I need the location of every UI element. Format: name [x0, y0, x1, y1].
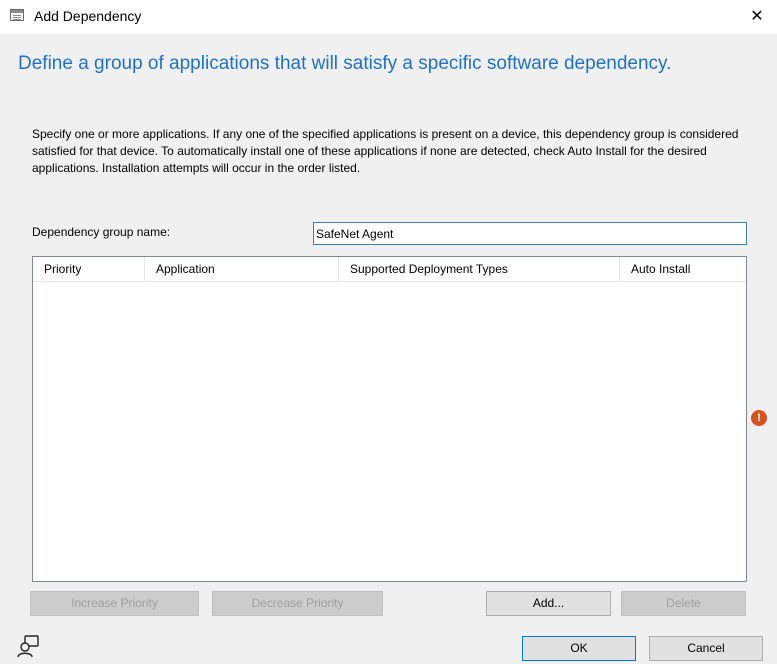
- column-header-priority[interactable]: Priority: [33, 257, 145, 281]
- column-header-auto-install[interactable]: Auto Install: [620, 257, 746, 281]
- window-icon: [10, 9, 24, 21]
- dialog-content: Define a group of applications that will…: [0, 34, 777, 664]
- column-header-deployment-types[interactable]: Supported Deployment Types: [339, 257, 620, 281]
- delete-button[interactable]: Delete: [621, 591, 746, 616]
- close-button[interactable]: ✕: [737, 0, 777, 34]
- applications-list[interactable]: Priority Application Supported Deploymen…: [32, 256, 747, 582]
- add-button[interactable]: Add...: [486, 591, 611, 616]
- increase-priority-button[interactable]: Increase Priority: [30, 591, 199, 616]
- window-title: Add Dependency: [34, 8, 142, 24]
- title-bar: Add Dependency ✕: [0, 0, 777, 34]
- decrease-priority-button[interactable]: Decrease Priority: [212, 591, 383, 616]
- cancel-button[interactable]: Cancel: [649, 636, 763, 661]
- ok-button[interactable]: OK: [522, 636, 636, 661]
- group-name-input[interactable]: [313, 222, 747, 245]
- group-name-label: Dependency group name:: [32, 225, 171, 239]
- column-header-application[interactable]: Application: [145, 257, 339, 281]
- user-feedback-icon[interactable]: [16, 634, 40, 658]
- description-text: Specify one or more applications. If any…: [32, 127, 739, 175]
- error-icon: !: [751, 410, 767, 426]
- list-header: Priority Application Supported Deploymen…: [33, 257, 746, 282]
- page-heading: Define a group of applications that will…: [18, 53, 672, 74]
